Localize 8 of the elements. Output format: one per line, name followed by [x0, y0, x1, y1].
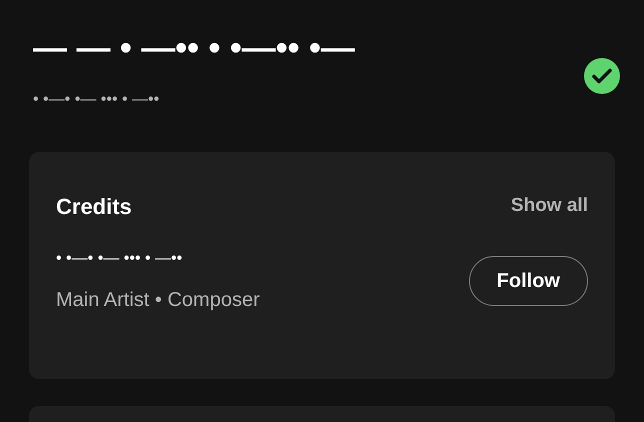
credits-heading: Credits — [56, 193, 132, 221]
follow-button[interactable]: Follow — [468, 256, 588, 306]
track-title: — — • —•• • •—•• •— — [33, 28, 355, 69]
artist-name[interactable]: • •—• •— ••• • —•• — [33, 88, 355, 112]
artist-name[interactable]: • •—• •— ••• • —•• — [56, 247, 260, 271]
saved-check-icon[interactable] — [584, 58, 620, 94]
show-all-link[interactable]: Show all — [510, 192, 588, 221]
artist-roles: Main Artist • Composer — [56, 288, 260, 313]
